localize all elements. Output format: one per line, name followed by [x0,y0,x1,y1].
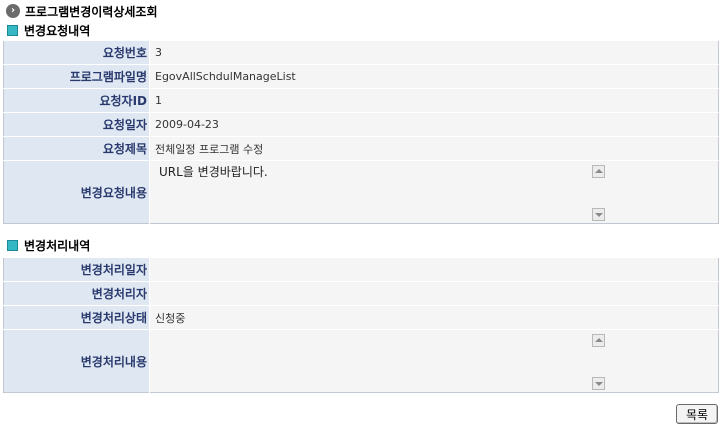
request-content-textarea[interactable]: URL을 변경바랍니다. [155,161,718,223]
square-bullet-icon [7,24,18,36]
square-bullet-icon [7,239,18,251]
scroll-down-icon[interactable] [592,377,605,390]
requester-id-label: 요청자ID [3,88,150,113]
table-row: 요청번호 3 [3,40,719,65]
process-section-title: 변경처리내역 [7,237,90,253]
table-row: 요청제목 전체일정 프로그램 수정 [3,136,719,161]
process-content-label: 변경처리내용 [3,329,150,393]
page-title-text: 프로그램변경이력상세조회 [25,4,158,19]
request-section-title-text: 변경요청내역 [24,23,91,38]
request-content-text: URL을 변경바랍니다. [159,165,268,179]
process-status-value: 신청중 [149,305,719,330]
table-row: 변경요청내용 URL을 변경바랍니다. [3,160,719,224]
process-status-label: 변경처리상태 [3,305,150,330]
table-row: 변경처리일자 [3,257,719,282]
request-number-value: 3 [149,40,719,65]
list-button[interactable]: 목록 [676,404,718,424]
table-row: 요청일자 2009-04-23 [3,112,719,137]
process-content-textarea[interactable] [155,330,718,392]
program-file-label: 프로그램파일명 [3,64,150,89]
process-date-value [149,257,719,282]
request-content-label: 변경요청내용 [3,160,150,224]
table-row: 요청자ID 1 [3,88,719,113]
table-row: 변경처리내용 [3,329,719,393]
chevron-right-circle-icon: › [6,4,20,18]
request-title-value: 전체일정 프로그램 수정 [149,136,719,161]
process-detail-table: 변경처리일자 변경처리자 변경처리상태 신청중 변경처리내용 [3,257,719,393]
processor-value [149,281,719,306]
request-content-cell: URL을 변경바랍니다. [149,160,719,224]
requester-id-value: 1 [149,88,719,113]
table-row: 변경처리상태 신청중 [3,305,719,330]
request-title-label: 요청제목 [3,136,150,161]
scroll-up-icon[interactable] [592,334,605,347]
scroll-down-icon[interactable] [592,208,605,221]
request-number-label: 요청번호 [3,40,150,65]
page-title: › 프로그램변경이력상세조회 [6,2,157,20]
process-content-cell [149,329,719,393]
scroll-up-icon[interactable] [592,165,605,178]
request-detail-table: 요청번호 3 프로그램파일명 EgovAllSchdulManageList 요… [3,40,719,224]
request-date-value: 2009-04-23 [149,112,719,137]
process-section-title-text: 변경처리내역 [24,238,91,253]
program-file-value: EgovAllSchdulManageList [149,64,719,89]
table-row: 변경처리자 [3,281,719,306]
processor-label: 변경처리자 [3,281,150,306]
request-date-label: 요청일자 [3,112,150,137]
table-row: 프로그램파일명 EgovAllSchdulManageList [3,64,719,89]
process-date-label: 변경처리일자 [3,257,150,282]
request-section-title: 변경요청내역 [7,22,90,38]
